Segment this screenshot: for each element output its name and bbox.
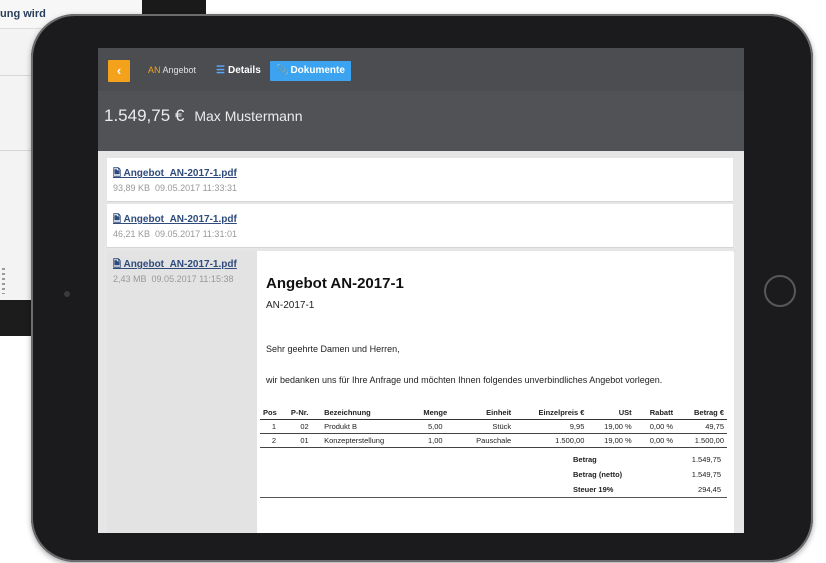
document-size: 93,89 KB	[113, 183, 151, 193]
column-header: P-Nr.	[287, 406, 322, 420]
tab-details[interactable]: ☰ Details	[216, 61, 261, 81]
document-list: 🗎 Angebot_AN-2017-1.pdf 93,89 KB 09.05.2…	[98, 151, 744, 533]
background-dots	[2, 268, 5, 294]
table-cell: 1,00	[414, 433, 457, 448]
table-cell: 0,00 %	[634, 419, 677, 434]
table-row: 2 01 Konzepterstellung 1,00 Pauschale 1.…	[260, 433, 727, 448]
tab-details-label: Details	[227, 65, 261, 76]
document-link[interactable]: 🗎 Angebot_AN-2017-1.pdf	[113, 212, 237, 229]
customer-name: Max Mustermann	[194, 108, 303, 124]
total-row: Betrag (netto) 1.549,75	[260, 467, 727, 482]
offer-amount: 1.549,75 €	[104, 106, 185, 125]
tablet-screen: ‹ AN Angebot ☰ Details 📎 Dokumente 1.549,7…	[98, 48, 744, 533]
table-cell: 2	[260, 433, 288, 448]
offer-table: Pos P-Nr. Bezeichnung Menge Einheit Einz…	[260, 406, 727, 448]
brand-prefix: AN	[148, 65, 161, 75]
brand-label: Angebot	[162, 65, 197, 75]
column-header: Rabatt	[634, 406, 677, 420]
back-button[interactable]: ‹	[108, 60, 130, 82]
table-cell: 1	[260, 419, 288, 434]
camera-icon	[64, 291, 70, 297]
table-cell: 1.500,00	[514, 433, 588, 448]
table-cell: Pauschale	[456, 433, 515, 448]
file-icon: 🗎	[113, 168, 122, 179]
total-label: Betrag	[573, 455, 597, 464]
file-icon: 🗎	[113, 214, 122, 225]
table-cell: 19,00 %	[587, 419, 635, 434]
column-header: Pos	[260, 406, 288, 420]
table-cell: 01	[287, 433, 322, 448]
background-dark-block	[142, 0, 206, 14]
total-value: 1.549,75	[691, 455, 721, 464]
offer-number: AN-2017-1	[266, 300, 315, 311]
table-cell: 9,95	[514, 419, 588, 434]
document-link[interactable]: 🗎 Angebot_AN-2017-1.pdf	[113, 166, 237, 183]
top-bar: ‹ AN Angebot ☰ Details 📎 Dokumente	[98, 48, 744, 91]
table-cell: Stück	[456, 419, 515, 434]
document-item-expanded[interactable]: 🗎 Angebot_AN-2017-1.pdf 2,43 MB 09.05.20…	[107, 251, 734, 533]
document-date: 09.05.2017 11:31:01	[155, 229, 237, 239]
document-meta: 46,21 KB 09.05.2017 11:31:01	[113, 229, 237, 239]
document-size: 2,43 MB	[113, 274, 147, 284]
document-info: 🗎 Angebot_AN-2017-1.pdf 2,43 MB 09.05.20…	[107, 251, 257, 533]
document-date: 09.05.2017 11:15:38	[151, 274, 234, 284]
list-icon: ☰	[216, 65, 225, 76]
file-icon: 🗎	[113, 259, 122, 270]
total-value: 294,45	[698, 485, 721, 494]
table-cell: 02	[287, 419, 322, 434]
paperclip-icon: 📎	[276, 65, 289, 76]
document-link[interactable]: 🗎 Angebot_AN-2017-1.pdf	[113, 257, 237, 274]
column-header: Bezeichnung	[321, 406, 415, 420]
column-header: Einheit	[456, 406, 515, 420]
home-button[interactable]	[764, 275, 796, 307]
table-cell: 49,75	[676, 419, 727, 434]
pdf-preview[interactable]: Angebot AN-2017-1 AN-2017-1 Sehr geehrte…	[260, 252, 734, 533]
column-header: USt	[587, 406, 635, 420]
table-row: 1 02 Produkt B 5,00 Stück 9,95 19,00 % 0…	[260, 419, 727, 434]
summary-line: 1.549,75 € Max Mustermann	[104, 106, 303, 126]
offer-totals: Betrag 1.549,75 Betrag (netto) 1.549,75 …	[260, 452, 727, 498]
column-header: Menge	[414, 406, 457, 420]
column-header: Einzelpreis €	[514, 406, 588, 420]
total-row: Steuer 19% 294,45	[260, 482, 727, 497]
total-row: Betrag 1.549,75	[260, 452, 727, 467]
background-text: ung wird	[0, 8, 46, 20]
document-date: 09.05.2017 11:33:31	[155, 183, 237, 193]
document-item[interactable]: 🗎 Angebot_AN-2017-1.pdf 46,21 KB 09.05.2…	[107, 204, 733, 248]
document-item[interactable]: 🗎 Angebot_AN-2017-1.pdf 93,89 KB 09.05.2…	[107, 158, 733, 202]
table-cell: 5,00	[414, 419, 457, 434]
app-brand: AN Angebot	[148, 65, 196, 75]
offer-intro: wir bedanken uns für Ihre Anfrage und mö…	[266, 375, 663, 385]
document-size: 46,21 KB	[113, 229, 151, 239]
column-header: Betrag €	[676, 406, 727, 420]
tab-documents[interactable]: 📎 Dokumente	[270, 61, 351, 81]
offer-title: Angebot AN-2017-1	[266, 275, 404, 292]
total-label: Steuer 19%	[573, 485, 614, 494]
chevron-left-icon: ‹	[116, 63, 122, 78]
document-meta: 93,89 KB 09.05.2017 11:33:31	[113, 183, 237, 193]
table-cell: 0,00 %	[634, 433, 677, 448]
table-cell: Produkt B	[321, 419, 415, 434]
table-cell: Konzepterstellung	[321, 433, 415, 448]
table-cell: 19,00 %	[587, 433, 635, 448]
table-header-row: Pos P-Nr. Bezeichnung Menge Einheit Einz…	[260, 406, 727, 420]
table-cell: 1.500,00	[676, 433, 727, 448]
document-meta: 2,43 MB 09.05.2017 11:15:38	[113, 274, 233, 284]
tab-documents-label: Dokumente	[290, 65, 345, 76]
total-value: 1.549,75	[691, 470, 721, 479]
total-label: Betrag (netto)	[573, 470, 623, 479]
offer-greeting: Sehr geehrte Damen und Herren,	[266, 344, 400, 354]
